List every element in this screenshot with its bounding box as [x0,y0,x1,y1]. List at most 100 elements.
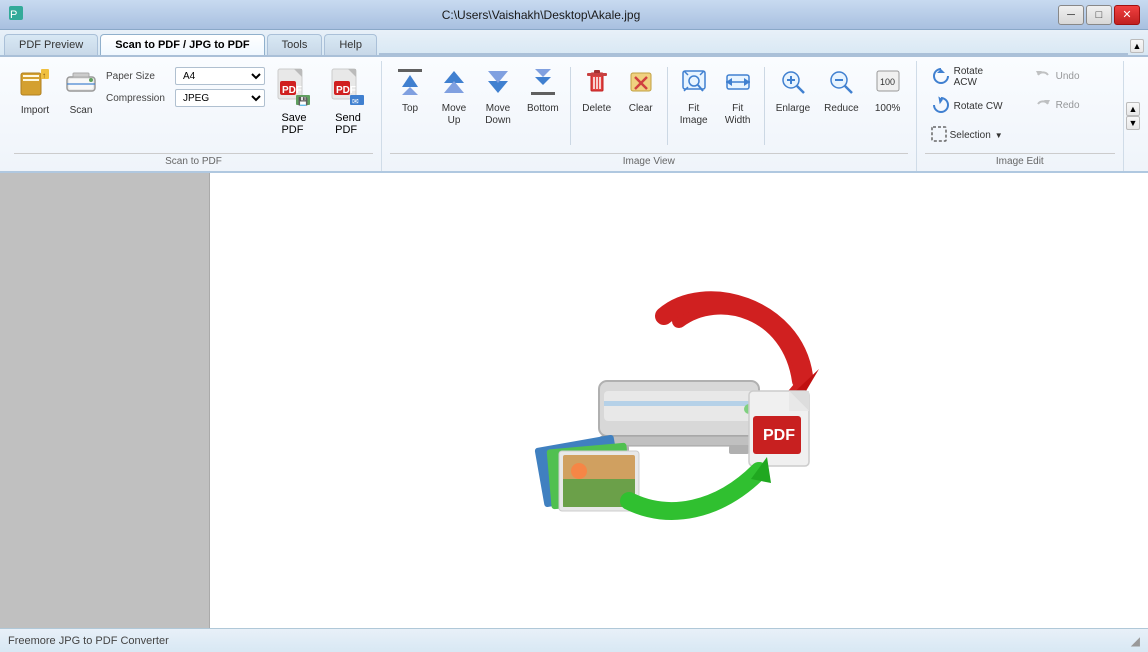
svg-text:PDF: PDF [282,85,302,96]
ribbon-group-image-view: Top MoveUp [382,61,917,171]
fit-width-icon [724,67,752,101]
scan-group-label: Scan to PDF [14,153,373,167]
selection-dropdown-button[interactable]: Selection ▼ [925,122,1015,149]
ribbon-group-scan-to-pdf: ↑ Import Scan [6,61,382,171]
fit-image-button[interactable]: FitImage [674,63,714,131]
svg-text:✉: ✉ [352,97,359,106]
tab-pdf-preview[interactable]: PDF Preview [4,34,98,55]
ribbon-group-scan-content: ↑ Import Scan [14,61,373,151]
move-down-button[interactable]: MoveDown [478,63,518,131]
scan-icon [65,67,97,103]
tab-tools[interactable]: Tools [267,34,323,55]
delete-label: Delete [582,103,611,115]
undo-label: Undo [1056,71,1080,82]
send-pdf-label: Send PDF [335,112,361,136]
ribbon: ↑ Import Scan [0,57,1148,173]
tab-help[interactable]: Help [324,34,377,55]
svg-text:💾: 💾 [298,96,308,106]
tab-scan-to-pdf[interactable]: Scan to PDF / JPG to PDF [100,34,264,55]
paper-size-label: Paper Size [106,71,171,82]
sep1 [570,67,571,145]
svg-text:PDF: PDF [336,85,356,96]
close-button[interactable]: ✕ [1114,5,1140,25]
enlarge-icon [779,67,807,101]
reduce-icon [827,67,855,101]
scan-button[interactable]: Scan [60,63,102,121]
rotate-acw-button[interactable]: Rotate ACW [925,63,1015,91]
redo-label: Redo [1056,100,1080,111]
selection-label: Selection [950,130,991,141]
compression-row: Compression JPEGPNG [106,89,265,107]
selection-icon [930,125,948,146]
move-down-label: MoveDown [485,103,511,127]
fit-image-icon [680,67,708,101]
sep3 [764,67,765,145]
status-bar: Freemore JPG to PDF Converter ◢ [0,628,1148,652]
top-button[interactable]: Top [390,63,430,119]
main-area: PDF [0,173,1148,628]
image-view-label: Image View [390,153,908,167]
ribbon-scroll-control: ▲ ▼ [1124,98,1142,134]
move-down-icon [484,67,512,101]
title-bar: P C:\Users\Vaishakh\Desktop\Akale.jpg ─ … [0,0,1148,30]
reduce-button[interactable]: Reduce [819,63,863,119]
ribbon-scroll-up[interactable]: ▲ [1130,39,1144,53]
svg-text:100: 100 [880,77,895,87]
bottom-icon [529,67,557,101]
scan-label: Scan [70,105,93,117]
fit-image-label: FitImage [680,103,708,127]
sep2 [667,67,668,145]
send-pdf-button[interactable]: PDF ✉ Send PDF [323,63,373,140]
import-label: Import [21,105,49,117]
image-edit-label: Image Edit [925,153,1115,167]
compression-select[interactable]: JPEGPNG [175,89,265,107]
rotate-cw-icon [932,96,950,117]
ribbon-scroll-area: ▲ ▼ [1124,61,1142,171]
conversion-illustration: PDF [519,261,839,541]
delete-button[interactable]: Delete [577,63,617,119]
rotate-cw-button[interactable]: Rotate CW [925,93,1015,120]
import-button[interactable]: ↑ Import [14,63,56,121]
save-pdf-button[interactable]: PDF 💾 Save PDF [269,63,319,140]
rotate-acw-icon [932,67,950,88]
zoom-level-icon: 100 [874,67,902,101]
thumbnail-panel [0,173,210,628]
top-icon [396,67,424,101]
minimize-button[interactable]: ─ [1058,5,1084,25]
ribbon-scroll-down-btn[interactable]: ▼ [1126,116,1140,130]
redo-button[interactable]: Redo [1027,92,1117,119]
ribbon-scroll-up-btn[interactable]: ▲ [1126,102,1140,116]
enlarge-label: Enlarge [776,103,810,115]
fit-width-button[interactable]: FitWidth [718,63,758,131]
compression-label: Compression [106,93,171,104]
undo-button[interactable]: Undo [1027,63,1117,90]
zoom-level-button[interactable]: 100 100% [868,63,908,119]
canvas-area[interactable]: PDF [210,173,1148,628]
bottom-button[interactable]: Bottom [522,63,564,119]
move-up-label: MoveUp [442,103,466,127]
save-pdf-label: Save PDF [281,112,306,136]
enlarge-button[interactable]: Enlarge [771,63,815,119]
clear-label: Clear [629,103,653,115]
app-icon: P [8,5,24,24]
ribbon-group-image-edit: Rotate ACW Rotate CW [917,61,1124,171]
svg-text:P: P [10,9,17,21]
send-pdf-icon: PDF ✉ [330,67,366,110]
redo-icon [1034,95,1052,116]
clear-icon [627,67,655,101]
window-controls: ─ □ ✕ [1058,5,1140,25]
tab-strip: PDF Preview Scan to PDF / JPG to PDF Too… [0,30,1148,57]
rotate-acw-label: Rotate ACW [954,66,1008,88]
title-bar-left: P [8,5,24,24]
window-title: C:\Users\Vaishakh\Desktop\Akale.jpg [24,8,1058,22]
selection-dropdown-icon: ▼ [995,131,1003,140]
move-up-button[interactable]: MoveUp [434,63,474,131]
maximize-button[interactable]: □ [1086,5,1112,25]
clear-button[interactable]: Clear [621,63,661,119]
undo-icon [1034,66,1052,87]
svg-text:PDF: PDF [763,427,795,444]
zoom-label: 100% [875,103,901,115]
resize-handle[interactable]: ◢ [1131,634,1140,648]
paper-size-select[interactable]: A4LetterLegal [175,67,265,85]
bottom-label: Bottom [527,103,559,115]
